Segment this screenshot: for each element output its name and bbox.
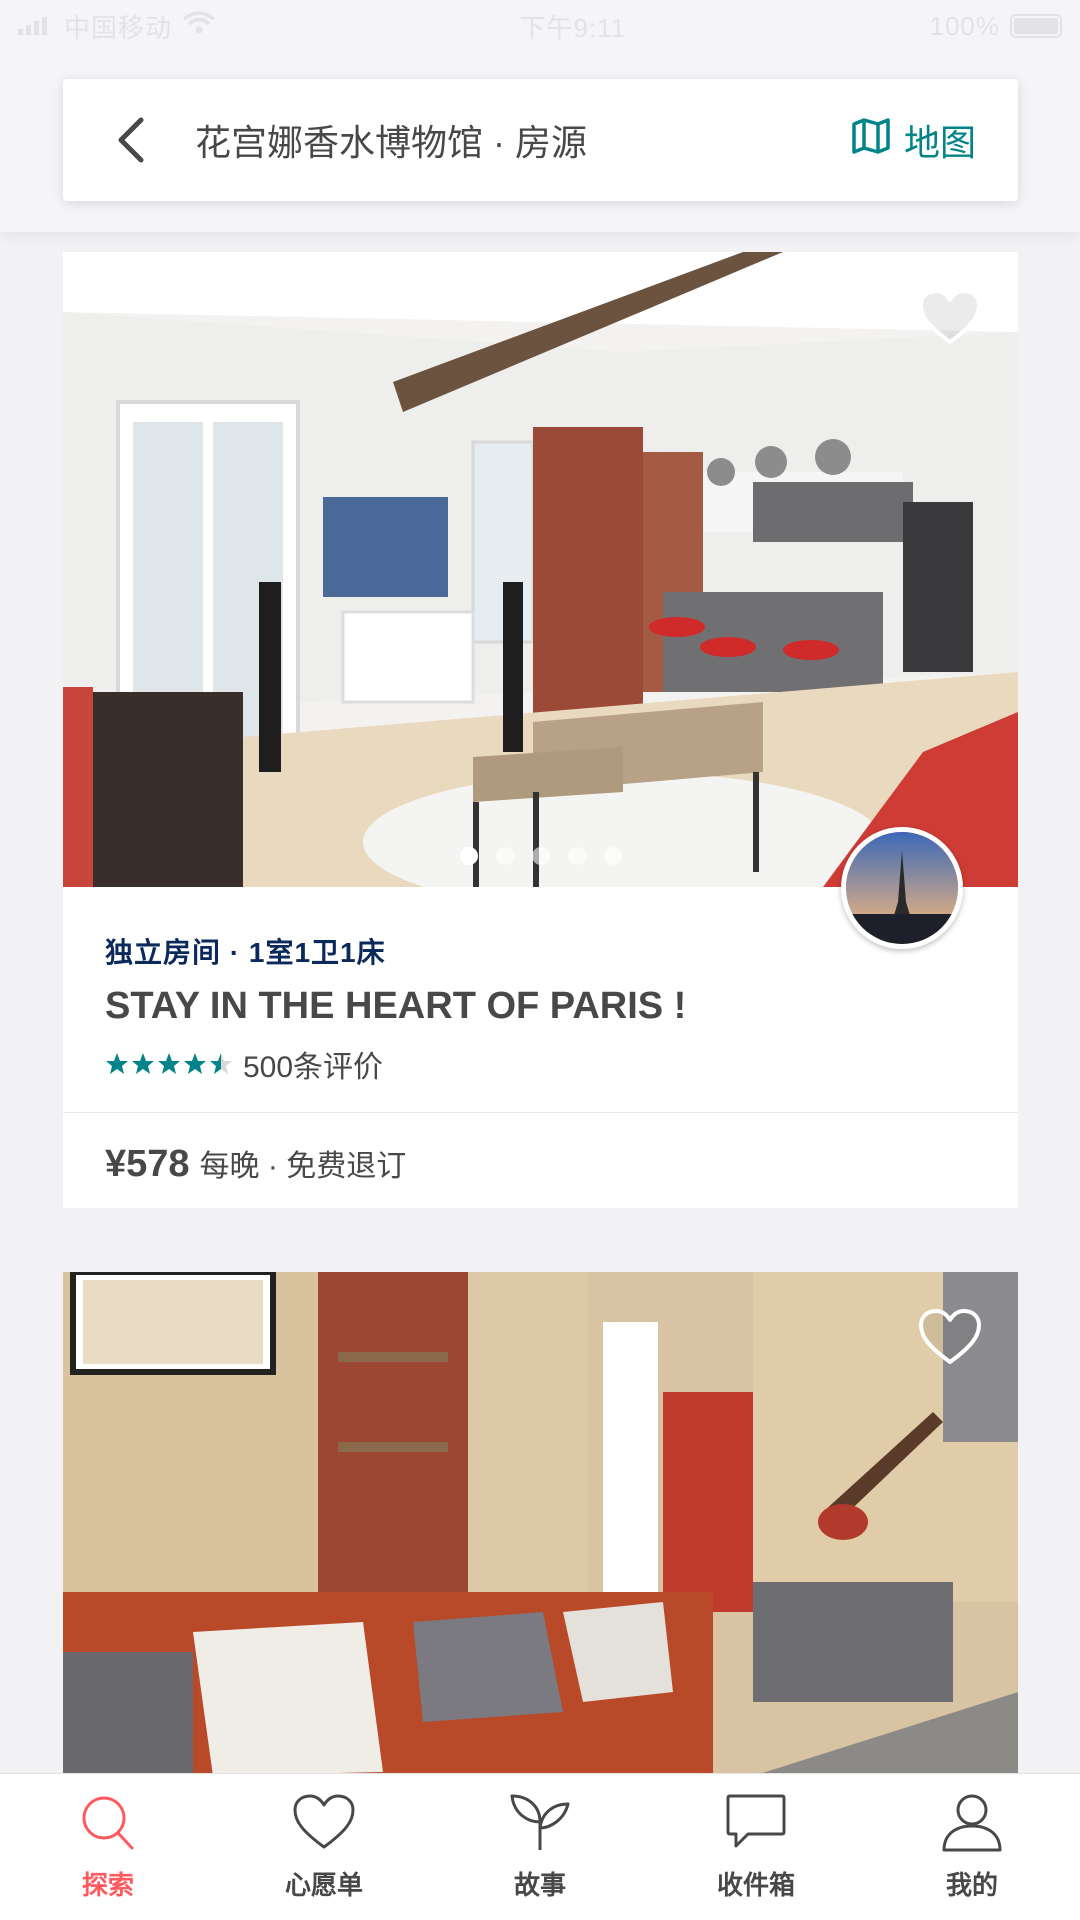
star-icon	[106, 1053, 128, 1074]
rating-row: 500条评价	[105, 1042, 976, 1086]
status-time: 下午9:11	[519, 12, 627, 43]
listing-photo-carousel[interactable]	[63, 252, 1018, 887]
star-rating	[105, 1052, 233, 1076]
map-button[interactable]: 地图	[852, 114, 976, 166]
pager-dot	[603, 847, 622, 865]
wishlist-heart-icon[interactable]	[918, 288, 982, 351]
star-icon	[184, 1053, 206, 1074]
tab-label: 收件箱	[716, 1870, 795, 1900]
living-room-photo	[63, 252, 1018, 887]
room-type-label: 独立房间 · 1室1卫1床	[105, 937, 386, 968]
listing-card[interactable]: 独立房间 · 1室1卫1床 STAY IN THE HEART OF PARIS…	[63, 252, 1018, 1208]
person-icon	[940, 1792, 1004, 1857]
tab-label: 故事	[513, 1870, 566, 1900]
wishlist-heart-icon[interactable]	[918, 1308, 982, 1371]
bottom-tab-bar: 探索 心愿单 故事 收件箱 我的	[0, 1773, 1080, 1920]
star-icon	[210, 1053, 232, 1074]
page-title[interactable]: 花宫娜香水博物馆 · 房源	[195, 114, 852, 166]
battery-indicator: 100%	[929, 11, 1062, 42]
status-bar: 中国移动 下午9:11 100%	[0, 0, 1080, 52]
price-note: 每晚 · 免费退订	[199, 1150, 407, 1183]
tab-explore[interactable]: 探索	[28, 1792, 188, 1902]
price-row: ¥578 每晚 · 免费退订	[63, 1113, 1018, 1208]
pager-dot	[459, 847, 478, 865]
back-arrow-icon[interactable]	[115, 116, 145, 164]
pager-dot	[531, 847, 550, 865]
chat-bubble-icon	[724, 1792, 788, 1857]
tab-inbox[interactable]: 收件箱	[676, 1792, 836, 1902]
tab-wishlist[interactable]: 心愿单	[244, 1792, 404, 1902]
pager-dot	[567, 847, 586, 865]
eiffel-tower-avatar-image	[846, 832, 958, 944]
listing-card[interactable]	[63, 1272, 1018, 1776]
map-icon	[852, 117, 890, 163]
map-label: 地图	[903, 122, 976, 163]
listing-title[interactable]: STAY IN THE HEART OF PARIS !	[105, 985, 976, 1028]
sprout-icon	[508, 1792, 572, 1857]
star-icon	[132, 1053, 154, 1074]
battery-icon	[1009, 14, 1062, 38]
pager-dot	[495, 847, 514, 865]
star-icon	[158, 1053, 180, 1074]
battery-percent: 100%	[929, 10, 1000, 41]
listing-photo-carousel[interactable]	[63, 1272, 1018, 1776]
tab-profile[interactable]: 我的	[892, 1792, 1052, 1902]
signal-icon	[18, 11, 54, 42]
wifi-icon	[182, 10, 216, 42]
tab-label: 心愿单	[284, 1870, 363, 1900]
host-avatar[interactable]	[841, 827, 963, 949]
tab-label: 探索	[81, 1870, 134, 1900]
carrier-label: 中国移动	[64, 12, 173, 43]
price: ¥578	[105, 1143, 190, 1185]
status-left: 中国移动	[18, 8, 216, 45]
stone-wall-living-room-photo	[63, 1272, 1018, 1776]
search-header: 花宫娜香水博物馆 · 房源 地图	[63, 79, 1018, 201]
tab-label: 我的	[945, 1870, 998, 1900]
heart-icon	[292, 1792, 356, 1857]
search-icon	[78, 1792, 138, 1857]
review-count: 500条评价	[243, 1051, 384, 1084]
tab-stories[interactable]: 故事	[460, 1792, 620, 1902]
